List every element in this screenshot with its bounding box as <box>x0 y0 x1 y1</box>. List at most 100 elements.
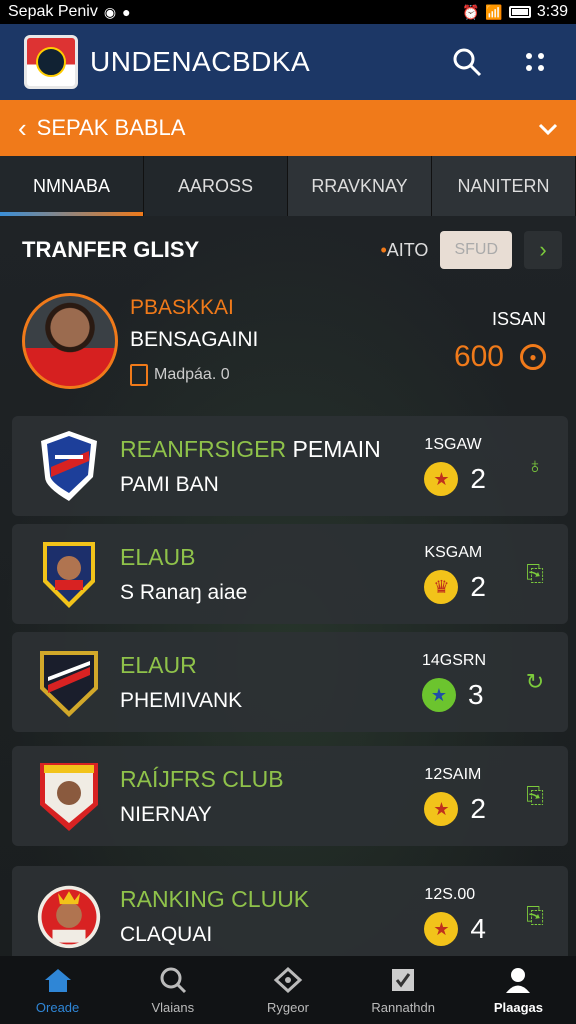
battery-icon <box>508 6 531 18</box>
section-header: TRANFER GLISY •AITO SFUD › <box>22 228 562 272</box>
club-crest-icon <box>36 429 102 503</box>
checkbox-icon <box>388 966 418 994</box>
crown-badge-icon: ♛ <box>424 570 459 604</box>
club-stat-label: 14GSRN <box>421 652 486 669</box>
app-title: UNDENACBDKA <box>90 46 311 77</box>
alarm-icon: ⏰ <box>461 3 480 20</box>
club-title: RAÍJFRS CLUB <box>120 766 284 793</box>
nav-item-ranking[interactable]: Rannathdn <box>346 956 461 1024</box>
chevron-down-icon[interactable] <box>538 115 558 141</box>
card-icon <box>130 364 148 386</box>
club-stat-label: KSGAM <box>424 544 483 561</box>
star-badge-icon: ★ <box>421 678 456 712</box>
tab-rravknay[interactable]: RRAVKNAY <box>288 156 432 216</box>
featured-player[interactable]: PBASKKAI BENSAGAINI Madpáa. 0 ISSAN 600 … <box>22 286 562 396</box>
tab-bar: NMNABA AAROSS RRAVKNAY NANITERN <box>0 156 576 216</box>
home-icon <box>43 966 73 994</box>
award-icon[interactable]: ♁ <box>522 453 548 479</box>
club-crest-icon <box>36 537 102 611</box>
auto-toggle[interactable]: •AITO <box>380 240 428 261</box>
nav-item-home[interactable]: Oreade <box>0 956 115 1024</box>
bottom-nav: Oreade Vlaians Rygeor Rannathdn Plaagas <box>0 956 576 1024</box>
list-item[interactable]: RAÍJFRS CLUB NIERNAY 12SAIM ★ 2 ⎘ <box>12 746 568 846</box>
share-icon[interactable]: ⎘ <box>522 903 548 929</box>
player-name-bottom: BENSAGAINI <box>130 328 259 351</box>
tab-label: AAROSS <box>177 175 254 196</box>
tab-nmnaba[interactable]: NMNABA <box>0 156 144 216</box>
tab-aaross[interactable]: AAROSS <box>144 156 288 216</box>
refresh-icon[interactable]: ↻ <box>522 669 548 695</box>
player-avatar <box>22 293 118 389</box>
tab-label: NANITERN <box>457 175 550 196</box>
list-item[interactable]: ELAUR PHEMIVANK 14GSRN ★ 3 ↻ <box>12 632 568 732</box>
nav-label: Rygeor <box>267 999 309 1015</box>
league-name: SEPAK BABLA <box>36 115 186 140</box>
status-bar: Sepak Peniv ◉ ● ⏰ 📶 3:39 <box>0 0 576 24</box>
club-count: 3 <box>467 679 484 710</box>
coin-icon: ● <box>520 343 546 370</box>
club-title-green: REANFRSIGER <box>120 435 287 462</box>
club-stat-label: 1SGAW <box>424 436 482 453</box>
wifi-icon: 📶 <box>485 3 503 20</box>
player-meta: Madpáa. 0 <box>154 366 230 383</box>
more-dots-icon[interactable] <box>518 45 552 79</box>
auto-label: AITO <box>386 239 429 260</box>
club-title-green: RANKING CLUUK <box>120 885 310 912</box>
search-icon[interactable] <box>450 45 484 79</box>
chevron-left-icon[interactable]: ‹ <box>18 113 27 144</box>
club-title-green: ELAUR <box>120 651 197 678</box>
club-title-green: RAÍJFRS CLUB <box>120 765 284 792</box>
club-count: 2 <box>470 463 486 494</box>
featured-label: ISSAN <box>491 308 546 329</box>
club-count: 2 <box>470 793 486 824</box>
section-title: TRANFER GLISY <box>22 237 200 262</box>
club-subtitle: S Ranaŋ aiae <box>120 580 248 604</box>
player-name-top: PBASKKAI <box>130 296 234 319</box>
star-badge-icon: ★ <box>424 912 459 946</box>
club-title: ELAUB <box>120 544 247 571</box>
club-subtitle: PAMI BAN <box>120 472 219 496</box>
list-item[interactable]: RANKING CLUUK CLAQUAI 12S.00 ★ 4 ⎘ <box>12 866 568 966</box>
tab-naniter[interactable]: NANITERN <box>432 156 576 216</box>
nav-label: Vlaians <box>151 999 195 1015</box>
status-app-name: Sepak Peniv <box>8 3 98 20</box>
profile-icon <box>503 966 533 994</box>
search-icon <box>158 966 188 994</box>
nav-label: Plaagas <box>493 999 543 1015</box>
logo-crest-icon[interactable] <box>24 35 78 89</box>
league-selector[interactable]: ‹ SEPAK BABLA <box>0 100 576 156</box>
share-icon[interactable]: ⎘ <box>522 561 548 587</box>
nav-item-profile[interactable]: Plaagas <box>461 956 576 1024</box>
share-icon[interactable]: ⎘ <box>522 783 548 809</box>
club-count: 2 <box>470 571 486 602</box>
club-subtitle: NIERNAY <box>120 802 212 826</box>
chevron-right-icon[interactable]: › <box>524 231 562 269</box>
club-title: ELAUR <box>120 652 242 679</box>
club-subtitle: PHEMIVANK <box>120 688 243 712</box>
tab-label: NMNABA <box>32 175 110 196</box>
list-item[interactable]: ELAUB S Ranaŋ aiae KSGAM ♛ 2 ⎘ <box>12 524 568 624</box>
app-bar: UNDENACBDKA <box>0 24 576 100</box>
list-item[interactable]: REANFRSIGER PEMAIN PAMI BAN 1SGAW ★ 2 ♁ <box>12 416 568 516</box>
notification-icon: ◉ <box>103 3 117 20</box>
filter-pill[interactable]: SFUD <box>440 231 512 269</box>
app-notification-icon: ● <box>122 4 131 20</box>
club-stat-label: 12S.00 <box>424 886 476 903</box>
club-stat-label: 12SAIM <box>424 766 482 783</box>
nav-item-search[interactable]: Vlaians <box>115 956 230 1024</box>
club-crest-icon <box>36 759 102 833</box>
nav-label: Rannathdn <box>371 999 436 1015</box>
club-subtitle: CLAQUAI <box>120 922 213 946</box>
club-crest-icon <box>36 879 102 953</box>
nav-item-tag[interactable]: Rygeor <box>230 956 345 1024</box>
club-title-white: PEMAIN <box>286 435 381 462</box>
club-crest-icon <box>36 645 102 719</box>
tab-label: RRAVKNAY <box>311 175 408 196</box>
status-time: 3:39 <box>536 3 568 20</box>
star-badge-icon: ★ <box>424 462 459 496</box>
nav-label: Oreade <box>35 999 80 1015</box>
club-title: RANKING CLUUK <box>120 886 309 913</box>
club-title: REANFRSIGER PEMAIN <box>120 436 381 463</box>
featured-value: 600 <box>453 339 504 373</box>
star-badge-icon: ★ <box>424 792 459 826</box>
